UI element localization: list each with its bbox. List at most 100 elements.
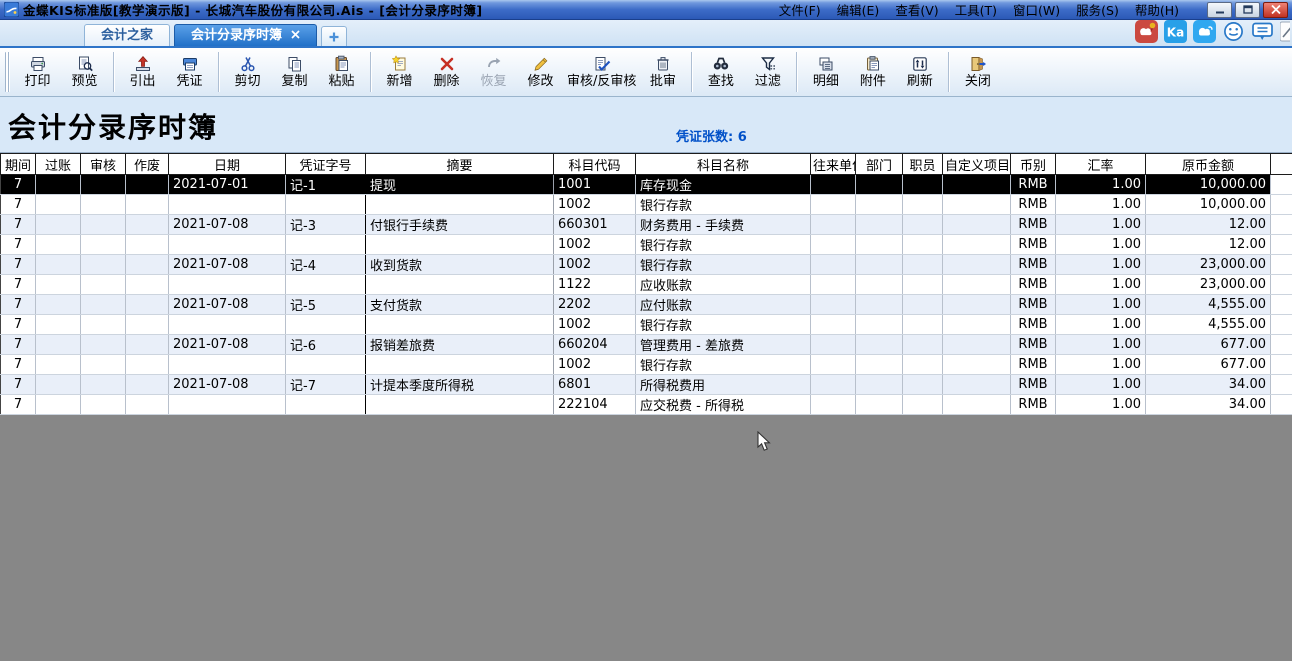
table-cell[interactable] xyxy=(811,215,856,235)
table-cell[interactable] xyxy=(811,275,856,295)
table-cell[interactable]: 7 xyxy=(1,335,36,355)
table-cell[interactable]: RMB xyxy=(1011,215,1056,235)
table-cell[interactable] xyxy=(903,315,943,335)
table-cell[interactable] xyxy=(943,255,1011,275)
table-cell[interactable] xyxy=(81,315,126,335)
table-cell[interactable] xyxy=(126,235,169,255)
copy-button[interactable]: 复制 xyxy=(271,49,318,95)
table-cell[interactable] xyxy=(903,235,943,255)
table-cell[interactable]: 1.00 xyxy=(1056,275,1146,295)
table-cell[interactable] xyxy=(856,335,903,355)
table-cell[interactable] xyxy=(81,195,126,215)
table-cell[interactable]: 1.00 xyxy=(1056,355,1146,375)
table-cell[interactable]: 6801 xyxy=(554,375,636,395)
table-cell[interactable] xyxy=(81,295,126,315)
table-cell[interactable] xyxy=(36,355,81,375)
table-cell[interactable] xyxy=(903,335,943,355)
table-cell[interactable] xyxy=(366,355,554,375)
column-header[interactable]: 币别 xyxy=(1011,154,1056,175)
table-cell[interactable]: RMB xyxy=(1011,175,1056,195)
table-cell[interactable]: 1.00 xyxy=(1056,215,1146,235)
column-header[interactable]: 科目代码 xyxy=(554,154,636,175)
table-cell[interactable]: 7 xyxy=(1,275,36,295)
column-header[interactable]: 自定义项目 xyxy=(943,154,1011,175)
table-cell[interactable]: 23,000.00 xyxy=(1146,275,1271,295)
table-cell[interactable] xyxy=(36,275,81,295)
table-row[interactable]: 7222104应交税费 - 所得税RMB1.0034.00 xyxy=(1,395,1292,415)
tab-close-icon[interactable] xyxy=(291,26,300,46)
table-cell[interactable] xyxy=(126,375,169,395)
menu-item-service[interactable]: 服务(S) xyxy=(1070,0,1125,20)
menu-item-tools[interactable]: 工具(T) xyxy=(949,0,1003,20)
attachment-button[interactable]: 附件 xyxy=(849,49,896,95)
add-tab-button[interactable] xyxy=(321,26,347,46)
table-cell[interactable]: RMB xyxy=(1011,375,1056,395)
detail-button[interactable]: 明细 xyxy=(802,49,849,95)
export-button[interactable]: 引出 xyxy=(119,49,166,95)
table-row[interactable]: 72021-07-08记-4收到货款1002银行存款RMB1.0023,000.… xyxy=(1,255,1292,275)
table-cell[interactable]: 7 xyxy=(1,355,36,375)
column-header[interactable]: 往来单位 xyxy=(811,154,856,175)
table-cell[interactable]: 7 xyxy=(1,215,36,235)
batch-audit-button[interactable]: 批审 xyxy=(639,49,686,95)
table-cell[interactable] xyxy=(903,295,943,315)
table-cell[interactable] xyxy=(286,275,366,295)
table-cell[interactable] xyxy=(856,195,903,215)
table-cell[interactable]: 2021-07-08 xyxy=(169,375,286,395)
table-cell[interactable]: 应付账款 xyxy=(636,295,811,315)
column-header[interactable]: 摘要 xyxy=(366,154,554,175)
column-header[interactable]: 日期 xyxy=(169,154,286,175)
menu-item-help[interactable]: 帮助(H) xyxy=(1129,0,1185,20)
table-row[interactable]: 71002银行存款RMB1.00677.00 xyxy=(1,355,1292,375)
table-cell[interactable]: 报销差旅费 xyxy=(366,335,554,355)
table-cell[interactable] xyxy=(126,295,169,315)
table-cell[interactable]: 7 xyxy=(1,195,36,215)
table-cell[interactable] xyxy=(903,355,943,375)
table-cell[interactable] xyxy=(81,395,126,415)
column-header[interactable]: 部门 xyxy=(856,154,903,175)
table-cell[interactable]: 记-4 xyxy=(286,255,366,275)
preview-button[interactable]: 预览 xyxy=(61,49,108,95)
delete-button[interactable]: 删除 xyxy=(423,49,470,95)
print-button[interactable]: 打印 xyxy=(14,49,61,95)
table-cell[interactable]: 1002 xyxy=(554,235,636,255)
table-cell[interactable]: 7 xyxy=(1,375,36,395)
table-cell[interactable] xyxy=(903,255,943,275)
table-cell[interactable]: RMB xyxy=(1011,195,1056,215)
table-cell[interactable] xyxy=(126,275,169,295)
table-cell[interactable]: 记-7 xyxy=(286,375,366,395)
column-header[interactable]: 汇率 xyxy=(1056,154,1146,175)
table-cell[interactable] xyxy=(811,315,856,335)
table-cell[interactable] xyxy=(81,215,126,235)
table-cell[interactable] xyxy=(126,255,169,275)
menu-item-window[interactable]: 窗口(W) xyxy=(1007,0,1066,20)
table-cell[interactable]: RMB xyxy=(1011,255,1056,275)
table-row[interactable]: 72021-07-01记-1提现1001库存现金RMB1.0010,000.00 xyxy=(1,175,1292,195)
table-cell[interactable] xyxy=(903,195,943,215)
table-cell[interactable]: 23,000.00 xyxy=(1146,255,1271,275)
minimize-button[interactable] xyxy=(1207,2,1232,18)
table-cell[interactable]: 银行存款 xyxy=(636,235,811,255)
table-cell[interactable] xyxy=(856,275,903,295)
table-cell[interactable]: RMB xyxy=(1011,395,1056,415)
table-cell[interactable] xyxy=(856,215,903,235)
table-cell[interactable]: 管理费用 - 差旅费 xyxy=(636,335,811,355)
table-cell[interactable] xyxy=(169,355,286,375)
table-cell[interactable] xyxy=(36,175,81,195)
table-cell[interactable]: 1.00 xyxy=(1056,295,1146,315)
table-cell[interactable]: 4,555.00 xyxy=(1146,295,1271,315)
table-cell[interactable]: 计提本季度所得税 xyxy=(366,375,554,395)
table-cell[interactable] xyxy=(36,235,81,255)
table-cell[interactable]: 7 xyxy=(1,295,36,315)
table-cell[interactable]: 1.00 xyxy=(1056,255,1146,275)
table-cell[interactable] xyxy=(169,395,286,415)
table-cell[interactable]: 2202 xyxy=(554,295,636,315)
table-cell[interactable]: 1002 xyxy=(554,315,636,335)
table-cell[interactable]: 12.00 xyxy=(1146,235,1271,255)
table-cell[interactable]: RMB xyxy=(1011,235,1056,255)
restore-button[interactable] xyxy=(1235,2,1260,18)
table-cell[interactable] xyxy=(366,195,554,215)
cloud-icon[interactable] xyxy=(1193,20,1216,43)
table-cell[interactable] xyxy=(169,235,286,255)
cloud-red-icon[interactable] xyxy=(1135,20,1158,43)
